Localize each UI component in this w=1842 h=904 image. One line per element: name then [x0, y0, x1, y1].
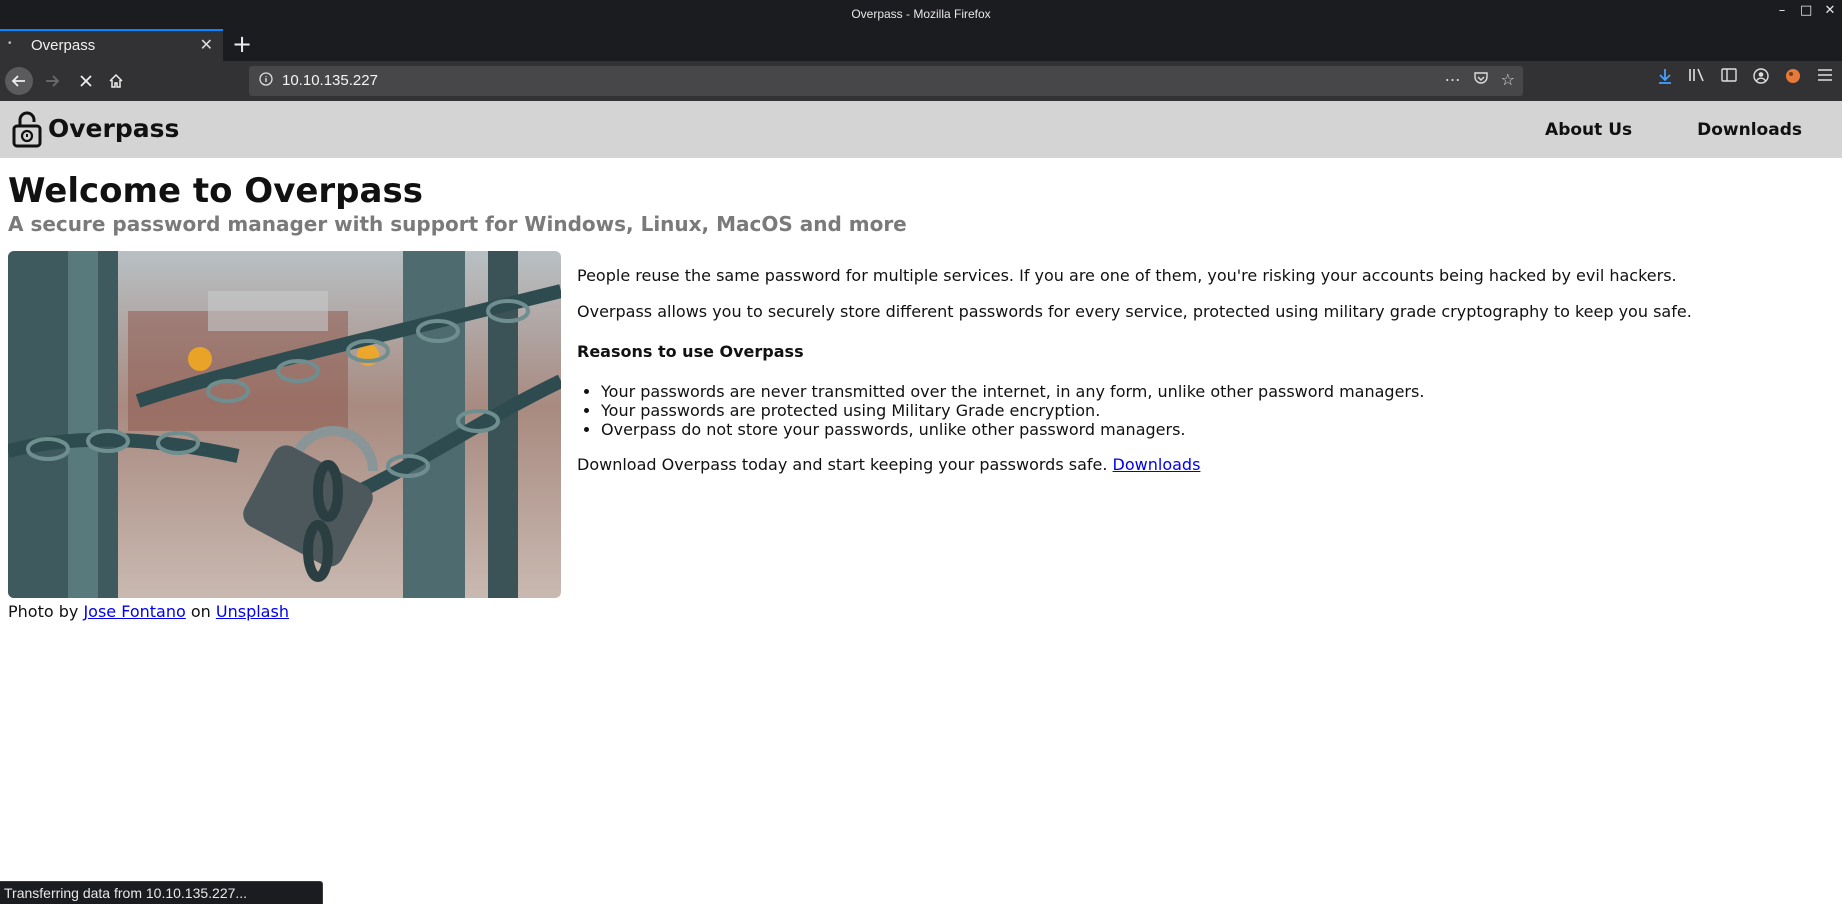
nav-about-us[interactable]: About Us: [1545, 120, 1632, 140]
close-window-icon[interactable]: ✕: [1824, 4, 1836, 18]
status-bar: Transferring data from 10.10.135.227...: [0, 881, 323, 904]
page-title: Welcome to Overpass: [8, 171, 423, 211]
window-controls: – □ ✕: [1776, 4, 1836, 18]
intro-paragraph: People reuse the same password for multi…: [577, 266, 1677, 285]
site-nav: About Us Downloads: [1545, 120, 1802, 140]
loading-dot-icon: •: [8, 38, 12, 49]
download-paragraph: Download Overpass today and start keepin…: [577, 455, 1200, 474]
window-title: Overpass - Mozilla Firefox: [851, 7, 991, 21]
download-text: Download Overpass today and start keepin…: [577, 455, 1113, 474]
photo-author-link[interactable]: Jose Fontano: [83, 602, 185, 621]
tab-strip: • Overpass ✕ +: [0, 29, 1842, 61]
page-actions: ⋯ ☆: [1445, 70, 1515, 90]
site-info-icon[interactable]: [259, 72, 275, 88]
stop-loading-button[interactable]: [72, 67, 100, 95]
home-button[interactable]: [102, 67, 130, 95]
window-titlebar: Overpass - Mozilla Firefox – □ ✕: [0, 0, 1842, 29]
downloads-link[interactable]: Downloads: [1113, 455, 1201, 474]
toolbar-right: [1654, 67, 1836, 90]
account-icon[interactable]: [1750, 67, 1772, 90]
reason-item: Overpass do not store your passwords, un…: [601, 420, 1424, 439]
tab-label: Overpass: [31, 37, 96, 54]
forward-button[interactable]: [38, 67, 66, 95]
tab-overpass[interactable]: • Overpass ✕: [0, 29, 223, 61]
bookmark-star-icon[interactable]: ☆: [1501, 70, 1515, 90]
page-actions-menu-icon[interactable]: ⋯: [1445, 70, 1461, 90]
site-name[interactable]: Overpass: [48, 114, 179, 143]
forward-arrow-icon: [46, 75, 60, 87]
pocket-icon[interactable]: [1473, 70, 1489, 90]
address-bar[interactable]: 10.10.135.227 ⋯ ☆: [249, 66, 1523, 96]
photo-credit-middle: on: [185, 602, 216, 621]
extension-icon[interactable]: [1782, 67, 1804, 90]
home-icon: [109, 73, 123, 88]
hero-image-chained-gate: [8, 251, 561, 598]
photo-credit-prefix: Photo by: [8, 602, 84, 621]
hamburger-menu-icon[interactable]: [1814, 67, 1836, 90]
library-icon[interactable]: [1686, 67, 1708, 90]
back-button[interactable]: [5, 67, 33, 95]
maximize-icon[interactable]: □: [1800, 4, 1812, 18]
reasons-list: Your passwords are never transmitted ove…: [577, 382, 1424, 439]
unsplash-link[interactable]: Unsplash: [216, 602, 289, 621]
nav-downloads[interactable]: Downloads: [1697, 120, 1802, 140]
reason-item: Your passwords are never transmitted ove…: [601, 382, 1424, 401]
page-subtitle: A secure password manager with support f…: [8, 212, 907, 236]
reason-item: Your passwords are protected using Milit…: [601, 401, 1424, 420]
back-arrow-icon: [11, 75, 25, 87]
url-input[interactable]: 10.10.135.227: [282, 72, 378, 89]
new-tab-button[interactable]: +: [232, 30, 252, 58]
feature-paragraph: Overpass allows you to securely store di…: [577, 302, 1692, 321]
stop-icon: [80, 75, 92, 87]
padlock-logo-icon[interactable]: [12, 110, 42, 148]
tab-close-icon[interactable]: ✕: [200, 35, 213, 55]
site-header: Overpass About Us Downloads: [0, 101, 1842, 158]
minimize-icon[interactable]: –: [1776, 4, 1788, 18]
photo-credit: Photo by Jose Fontano on Unsplash: [8, 602, 289, 621]
reasons-heading: Reasons to use Overpass: [577, 342, 804, 361]
downloads-icon[interactable]: [1654, 67, 1676, 90]
sidebar-icon[interactable]: [1718, 67, 1740, 90]
